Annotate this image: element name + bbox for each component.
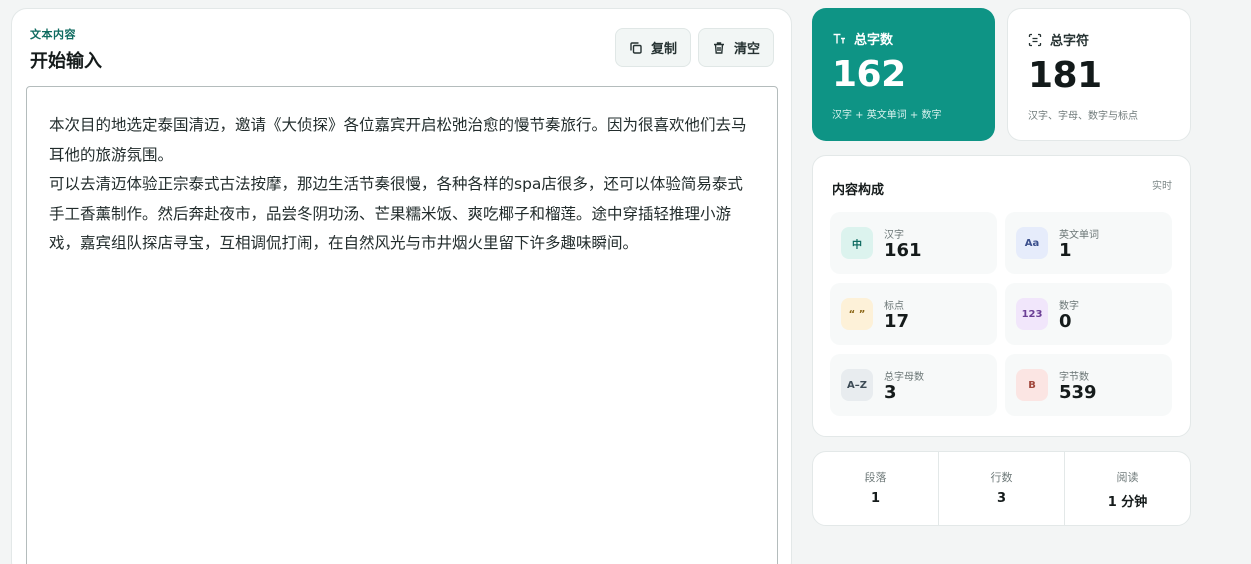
metric-letters: A–Z 总字母数 3 [830, 354, 997, 416]
metric-value: 1 [1059, 240, 1072, 261]
metric-label: 英文单词 [1059, 230, 1099, 241]
summary-card: 段落 1 行数 3 阅读 1 分钟 [812, 451, 1191, 526]
summary-value: 1 [870, 491, 881, 506]
composition-title: 内容构成 [832, 183, 885, 198]
summary-label: 阅读 [1116, 471, 1139, 484]
metric-label: 汉字 [884, 230, 904, 241]
copy-button-label: 复制 [650, 42, 677, 57]
clear-button[interactable]: 清空 [698, 28, 774, 67]
summary-label: 行数 [990, 471, 1013, 484]
metric-value: 17 [884, 311, 910, 332]
metric-english-words: Aa 英文单词 1 [1005, 212, 1172, 274]
total-chars-sub: 汉字、字母、数字与标点 [1028, 111, 1138, 122]
total-words-label: 总字数 [854, 33, 894, 48]
alphabet-icon: A–Z [841, 369, 873, 401]
copy-button[interactable]: 复制 [615, 28, 691, 67]
quote-icon: “ ” [841, 298, 873, 330]
metric-value: 539 [1059, 382, 1097, 403]
text-input[interactable]: 本次目的地选定泰国清迈，邀请《大侦探》各位嘉宾开启松弛治愈的慢节奏旅行。因为很喜… [26, 86, 778, 564]
trash-icon [713, 41, 724, 54]
summary-reading-time: 阅读 1 分钟 [1065, 452, 1190, 525]
summary-paragraphs: 段落 1 [813, 452, 939, 525]
english-word-icon: Aa [1016, 227, 1048, 259]
realtime-badge: 实时 [1152, 181, 1172, 192]
metric-value: 161 [884, 240, 922, 261]
metric-label: 总字母数 [884, 372, 924, 383]
metric-punctuation: “ ” 标点 17 [830, 283, 997, 345]
total-words-sub: 汉字 + 英文单词 + 数字 [832, 110, 942, 121]
total-chars-value: 181 [1028, 55, 1102, 96]
editor-card: 文本内容 开始输入 复制 清空 本次目的地选定泰国清迈，邀请《大侦探》各位嘉宾开… [11, 8, 792, 564]
summary-value: 1 分钟 [1107, 495, 1148, 510]
metric-bytes: B 字节数 539 [1005, 354, 1172, 416]
chinese-char-icon: 中 [841, 227, 873, 259]
editor-title: 开始输入 [30, 51, 102, 72]
composition-card: 内容构成 实时 中 汉字 161 Aa 英文单词 1 “ ” 标点 17 123… [812, 155, 1191, 437]
byte-icon: B [1016, 369, 1048, 401]
metric-numbers: 123 数字 0 [1005, 283, 1172, 345]
summary-lines: 行数 3 [939, 452, 1065, 525]
metric-value: 3 [884, 382, 897, 403]
metric-label: 数字 [1059, 301, 1079, 312]
total-chars-card: 总字符 181 汉字、字母、数字与标点 [1007, 8, 1191, 141]
editor-eyebrow: 文本内容 [30, 28, 76, 41]
text-size-icon [833, 33, 845, 43]
total-chars-label: 总字符 [1050, 34, 1090, 49]
summary-label: 段落 [864, 471, 887, 484]
clear-button-label: 清空 [733, 42, 760, 57]
metric-label: 字节数 [1059, 372, 1089, 383]
number-icon: 123 [1016, 298, 1048, 330]
total-words-card: 总字数 162 汉字 + 英文单词 + 数字 [812, 8, 995, 141]
metric-value: 0 [1059, 311, 1072, 332]
summary-value: 3 [996, 491, 1007, 506]
metric-chinese: 中 汉字 161 [830, 212, 997, 274]
metric-label: 标点 [884, 301, 904, 312]
copy-icon [630, 41, 642, 54]
scan-text-icon [1028, 33, 1042, 46]
total-words-value: 162 [832, 54, 906, 95]
